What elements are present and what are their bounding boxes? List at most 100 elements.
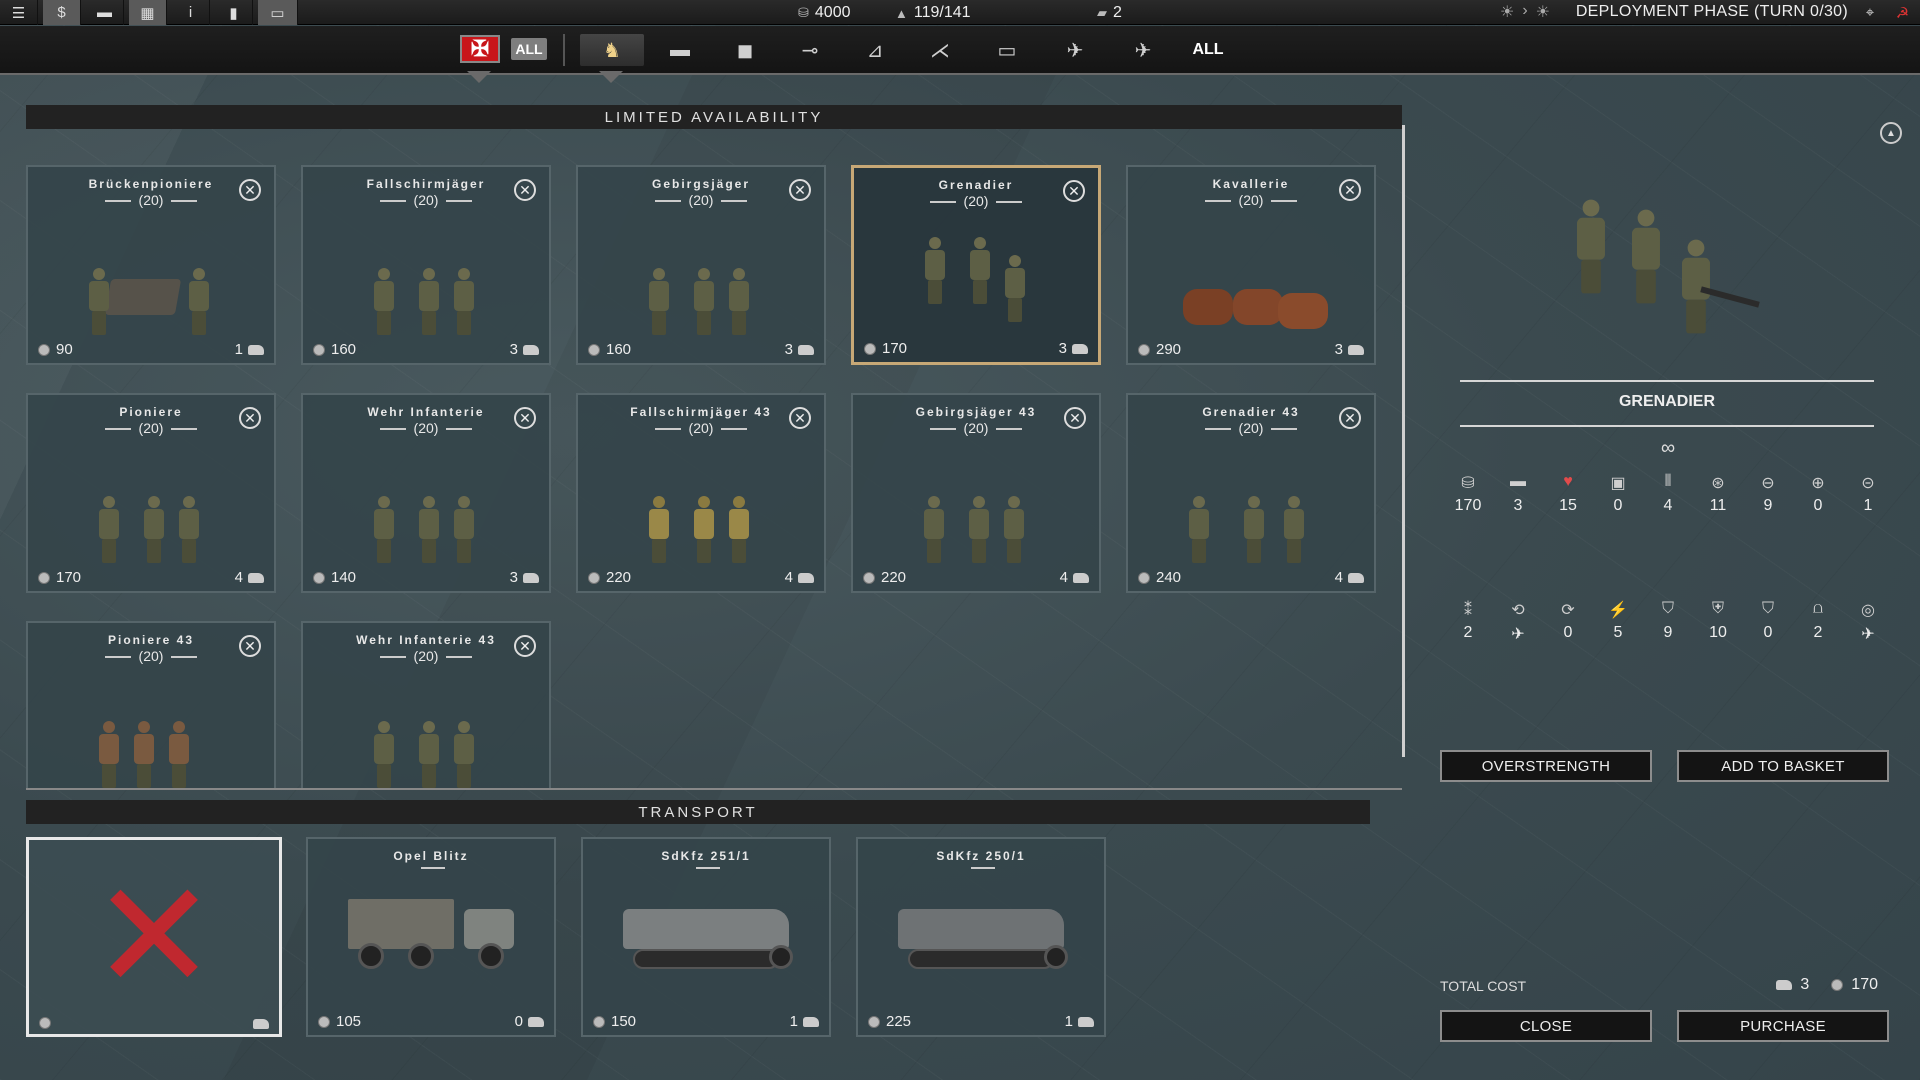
unit-portrait	[873, 443, 1079, 563]
air-defense-icon: ⛉	[1761, 600, 1774, 617]
unit-card-brueckenpioniere[interactable]: Brückenpioniere (20) ✕ 90 1	[26, 165, 276, 365]
unit-name: Fallschirmjäger 43	[630, 405, 772, 419]
unit-card-fallschirmjaeger-43[interactable]: Fallschirmjäger 43 (20) ✕ 220 4	[576, 393, 826, 593]
transport-card-none[interactable]: ✕	[26, 837, 282, 1037]
unit-cost: 220	[588, 569, 631, 586]
anti-air-icon[interactable]: ⋌	[917, 34, 963, 66]
no-transport-icon: ✕	[91, 850, 217, 1024]
horse	[1183, 289, 1233, 325]
transport-card-opel-blitz[interactable]: Opel Blitz 105 0	[306, 837, 556, 1037]
stat-target-type: ◎ ✈	[1848, 600, 1888, 644]
close-icon[interactable]: ✕	[1339, 407, 1361, 429]
vehicle-cap-resource: ▰ 2	[1097, 4, 1122, 22]
nation-all-button[interactable]: ALL	[511, 38, 547, 60]
close-icon[interactable]: ✕	[789, 407, 811, 429]
artillery-icon[interactable]: ⊸	[787, 34, 833, 66]
minimap-icon[interactable]: ▭	[258, 0, 298, 25]
boot-icon	[803, 1016, 819, 1027]
unit-cost: 140	[313, 569, 356, 586]
close-icon[interactable]: ✕	[514, 407, 536, 429]
unit-portrait	[323, 215, 529, 335]
close-icon[interactable]: ✕	[239, 179, 261, 201]
unit-card-wehr-infanterie-43[interactable]: Wehr Infanterie 43 (20) ✕	[301, 621, 551, 788]
unit-count: (20)	[578, 192, 824, 208]
name-underline	[421, 867, 445, 869]
list-scrollbar[interactable]	[1402, 125, 1405, 757]
top-bar: ☰ $ ▬ ▦ i ▮ ▭ ⛁ 4000 ▲ 119/141 ▰ 2 ☀ › ☀…	[0, 0, 1920, 25]
nation-selected-caret	[467, 71, 491, 83]
bomber-icon[interactable]: ✈	[1110, 34, 1176, 66]
unit-count: (20)	[578, 420, 824, 436]
coin-icon	[1138, 571, 1150, 584]
stat-fuel: ▣ 0	[1598, 473, 1638, 515]
coin-icon	[313, 343, 325, 356]
scroll-up-icon[interactable]: ▲	[1880, 122, 1902, 144]
infinity-icon: ∞	[1660, 437, 1676, 459]
germany-flag-icon[interactable]: ✠	[460, 35, 500, 63]
unit-name: Wehr Infanterie	[367, 405, 485, 419]
unit-count: (20)	[28, 648, 274, 664]
unit-slots: 3	[1335, 341, 1364, 358]
info-icon[interactable]: i	[172, 0, 210, 25]
unit-name: Grenadier	[938, 178, 1014, 192]
unit-title: GRENADIER	[1618, 393, 1715, 410]
chat-icon[interactable]: ▬	[86, 0, 124, 25]
crosshair-icon[interactable]: ⌖	[1855, 0, 1885, 25]
fighter-icon[interactable]: ✈	[1047, 34, 1103, 66]
menu-icon[interactable]: ☰	[0, 0, 38, 25]
stat-health: ♥ 15	[1548, 473, 1588, 515]
unit-card-gebirgsjaeger[interactable]: Gebirgsjäger (20) ✕ 160 3	[576, 165, 826, 365]
close-icon[interactable]: ✕	[789, 179, 811, 201]
grid-icon[interactable]: ▦	[129, 0, 167, 25]
add-to-basket-button[interactable]: ADD TO BASKET	[1677, 750, 1889, 782]
unit-name: Brückenpioniere	[88, 177, 214, 191]
category-all-button[interactable]: ALL	[1188, 34, 1228, 66]
tank-icon[interactable]: ▬	[657, 34, 703, 66]
unit-card-pioniere-43[interactable]: Pioniere 43 (20) ✕	[26, 621, 276, 788]
transport-card-sdkfz-251[interactable]: SdKfz 251/1 150 1	[581, 837, 831, 1037]
sun-icon: ☀	[1499, 4, 1515, 21]
unit-count: (20)	[28, 192, 274, 208]
unit-slots: 3	[1059, 340, 1088, 357]
stat-cost: ⛁ 170	[1448, 473, 1488, 515]
close-icon[interactable]: ✕	[1064, 407, 1086, 429]
stats-icon[interactable]: ▮	[215, 0, 253, 25]
unit-portrait	[48, 443, 254, 563]
transport-card-sdkfz-250[interactable]: SdKfz 250/1 225 1	[856, 837, 1106, 1037]
transport-slots: 1	[790, 1013, 819, 1030]
unit-count: (20)	[303, 192, 549, 208]
transport-icon[interactable]: ▭	[982, 34, 1032, 66]
close-icon[interactable]: ✕	[514, 635, 536, 657]
armored-car-icon[interactable]: ◼	[722, 34, 768, 66]
infantry-icon[interactable]: ♞	[580, 34, 644, 66]
unit-card-gebirgsjaeger-43[interactable]: Gebirgsjäger 43 (20) ✕ 220 4	[851, 393, 1101, 593]
boot-icon	[248, 572, 264, 583]
unit-card-grenadier-43[interactable]: Grenadier 43 (20) ✕ 240 4	[1126, 393, 1376, 593]
unit-name: Pioniere 43	[107, 633, 195, 647]
close-icon[interactable]: ✕	[1063, 180, 1085, 202]
unit-card-fallschirmjaeger[interactable]: Fallschirmjäger (20) ✕ 160 3	[301, 165, 551, 365]
boot-icon	[1776, 980, 1793, 990]
stat-movement: ⁑ 2	[1448, 600, 1488, 642]
anti-tank-icon[interactable]: ⊿	[852, 34, 898, 66]
stat-slots: ▬ 3	[1498, 473, 1538, 515]
coin-icon	[313, 571, 325, 584]
unit-cost: 170	[864, 340, 907, 357]
ground-defense-icon: ⛉	[1661, 600, 1674, 617]
unit-card-wehr-infanterie[interactable]: Wehr Infanterie (20) ✕ 140 3	[301, 393, 551, 593]
overstrength-button[interactable]: OVERSTRENGTH	[1440, 750, 1652, 782]
unit-count: (20)	[28, 420, 274, 436]
close-icon[interactable]: ✕	[514, 179, 536, 201]
purchase-button[interactable]: PURCHASE	[1677, 1010, 1889, 1042]
close-icon[interactable]: ✕	[239, 635, 261, 657]
unit-card-grenadier[interactable]: Grenadier (20) ✕ 170 3	[851, 165, 1101, 365]
close-icon[interactable]: ✕	[1339, 179, 1361, 201]
purchase-icon[interactable]: $	[43, 0, 81, 25]
unit-name: Grenadier 43	[1202, 405, 1300, 419]
stat-air-defense: ⛉ 0	[1748, 600, 1788, 642]
unit-card-kavallerie[interactable]: Kavallerie (20) ✕ 290 3	[1126, 165, 1376, 365]
close-button[interactable]: CLOSE	[1440, 1010, 1652, 1042]
close-icon[interactable]: ✕	[239, 407, 261, 429]
list-divider	[26, 788, 1402, 790]
unit-card-pioniere[interactable]: Pioniere (20) ✕ 170 4	[26, 393, 276, 593]
